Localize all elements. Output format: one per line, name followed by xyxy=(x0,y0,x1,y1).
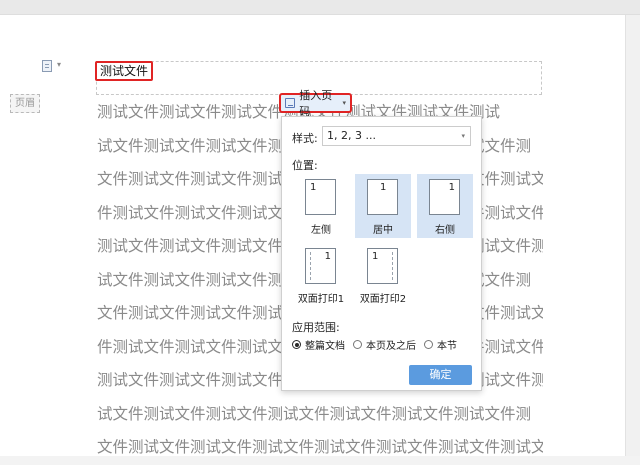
style-label: 样式: xyxy=(292,132,318,145)
page-number-marker: 1 xyxy=(372,251,379,262)
apply-range-group: 整篇文档 本页及之后 本节 xyxy=(292,337,465,352)
apply-range-label: 应用范围: xyxy=(292,321,340,334)
radio-label: 本节 xyxy=(437,341,457,352)
ok-button[interactable]: 确定 xyxy=(409,365,472,385)
page-thumbnail-icon: 1 xyxy=(367,248,398,284)
position-option-label: 左侧 xyxy=(311,225,331,236)
position-option-duplex-1[interactable]: 1 双面打印1 xyxy=(293,243,349,307)
position-option-label: 居中 xyxy=(373,225,393,236)
radio-label: 整篇文档 xyxy=(305,341,345,352)
range-option-this-section[interactable]: 本节 xyxy=(424,337,457,352)
range-option-whole-document[interactable]: 整篇文档 xyxy=(292,337,345,352)
position-option-label: 双面打印2 xyxy=(359,294,407,305)
chevron-down-icon[interactable]: ▾ xyxy=(57,60,61,69)
page-number-marker: 1 xyxy=(324,251,331,262)
position-option-label: 右侧 xyxy=(435,225,455,236)
page-thumbnail-icon: 1 xyxy=(305,248,336,284)
body-line: 试文件测试文件测试文件测试文件测试文件测试文件测试文件测 xyxy=(97,404,532,423)
page-number-panel: 样式: 1, 2, 3 ... ▾ 位置: 1 左侧 1 居中 1 右侧 1 双… xyxy=(281,116,482,391)
style-dropdown[interactable]: 1, 2, 3 ... ▾ xyxy=(322,126,471,146)
position-option-right[interactable]: 1 右侧 xyxy=(417,174,473,238)
insert-page-number-label: 插入页码 xyxy=(299,89,333,118)
vertical-scrollbar[interactable] xyxy=(625,15,640,456)
page-number-icon xyxy=(285,98,296,108)
header-tag-label: 页眉 xyxy=(10,94,40,113)
page-number-marker: 1 xyxy=(310,182,317,193)
top-toolbar-strip xyxy=(0,0,640,15)
page-number-marker: 1 xyxy=(380,182,387,193)
radio-label: 本页及之后 xyxy=(366,341,416,352)
page-thumbnail-icon: 1 xyxy=(367,179,398,215)
page-thumbnail-icon: 1 xyxy=(305,179,336,215)
position-option-center[interactable]: 1 居中 xyxy=(355,174,411,238)
position-option-left[interactable]: 1 左侧 xyxy=(293,174,349,238)
radio-unchecked-icon xyxy=(353,340,362,349)
page-number-marker: 1 xyxy=(448,182,455,193)
header-doc-icon[interactable] xyxy=(42,60,52,72)
chevron-down-icon: ▾ xyxy=(461,132,465,140)
position-label: 位置: xyxy=(292,159,318,172)
radio-unchecked-icon xyxy=(424,340,433,349)
binding-line xyxy=(392,252,393,280)
radio-checked-icon xyxy=(292,340,301,349)
position-option-duplex-2[interactable]: 1 双面打印2 xyxy=(355,243,411,307)
position-option-label: 双面打印1 xyxy=(297,294,345,305)
range-option-this-page-onward[interactable]: 本页及之后 xyxy=(353,337,416,352)
style-dropdown-value: 1, 2, 3 ... xyxy=(327,129,376,142)
header-text[interactable]: 测试文件 xyxy=(95,61,154,81)
body-line: 文件测试文件测试文件测试文件测试文件测试文件测试文件测试文 xyxy=(97,438,543,456)
chevron-down-icon: ▾ xyxy=(342,99,346,107)
page-thumbnail-icon: 1 xyxy=(429,179,460,215)
binding-line xyxy=(310,252,311,280)
insert-page-number-button[interactable]: 插入页码 ▾ xyxy=(279,89,352,118)
